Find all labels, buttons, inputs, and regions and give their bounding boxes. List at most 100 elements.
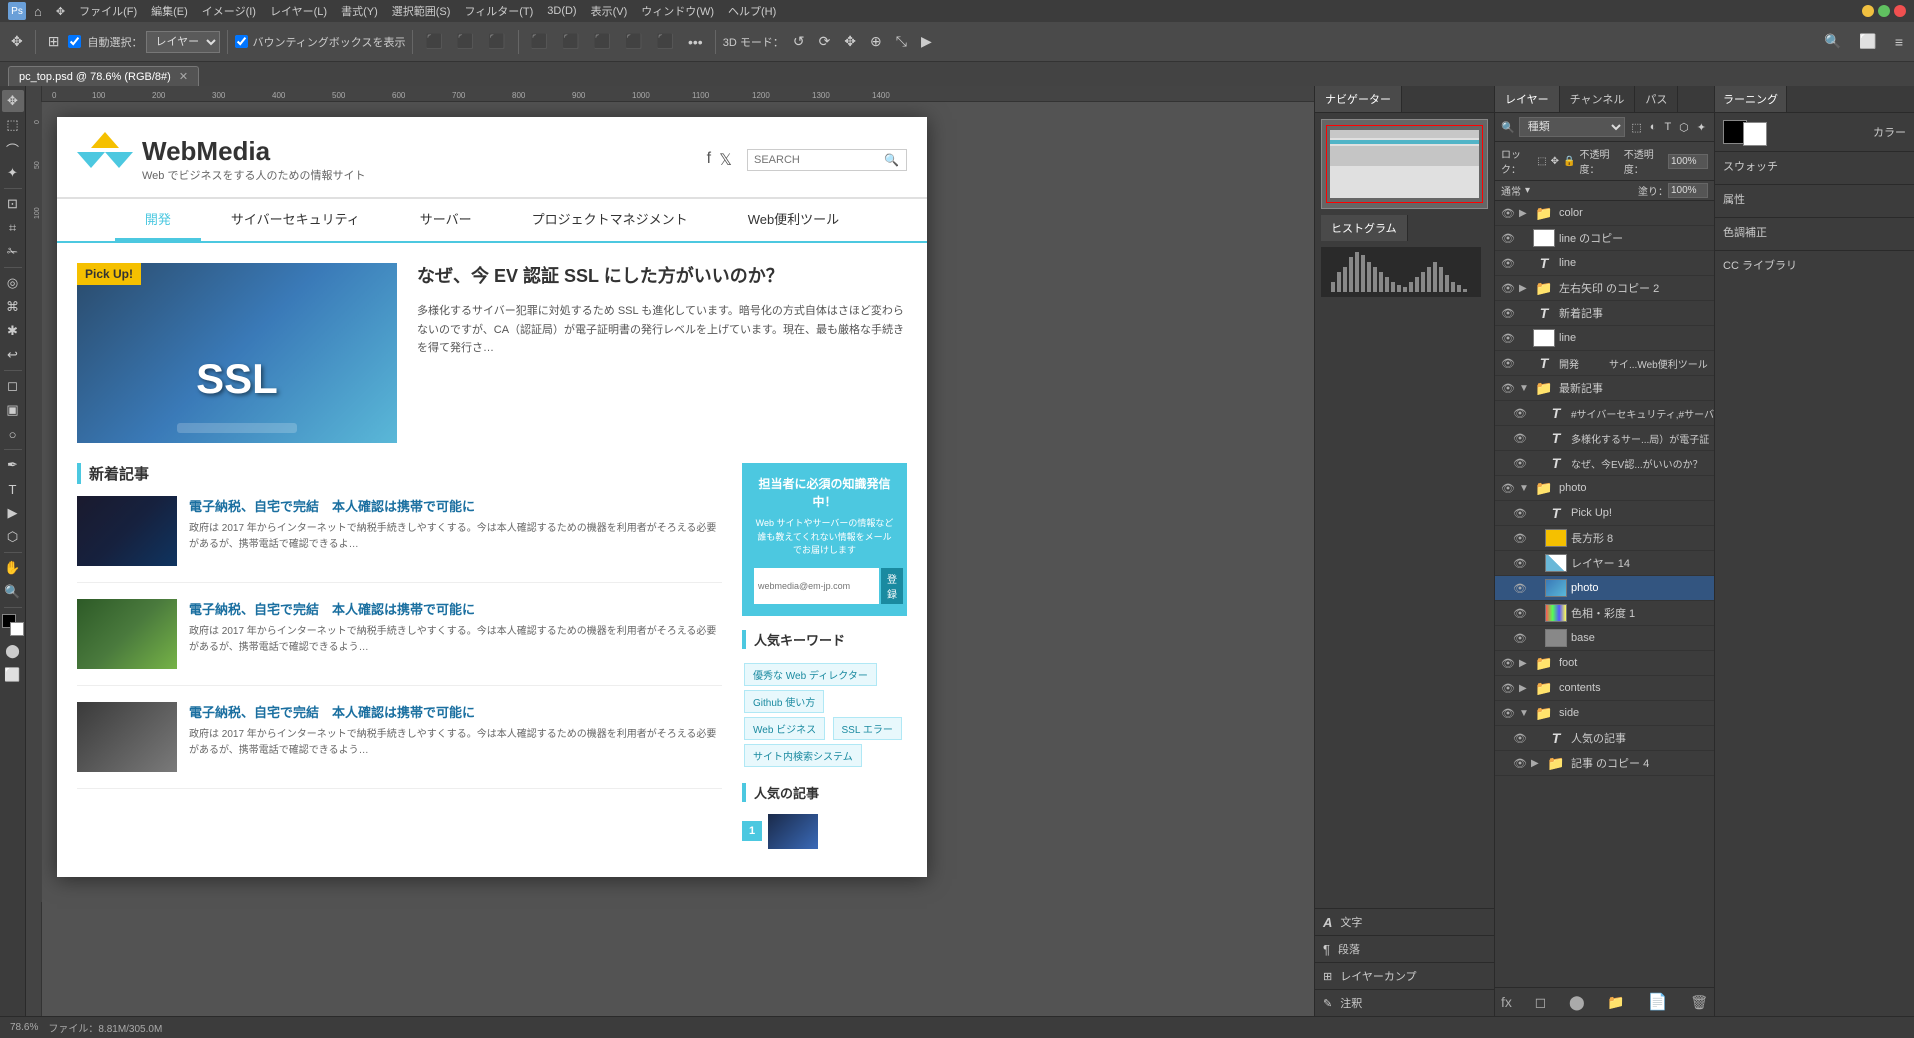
maximize-button[interactable]	[1878, 5, 1890, 17]
selection-tool[interactable]: ⬚	[2, 114, 24, 136]
nav-item-web-tools[interactable]: Web便利ツール	[718, 199, 870, 241]
menu-view[interactable]: 表示(V)	[585, 1, 634, 21]
layer-latest-folder[interactable]: 👁 ▼ 📁 最新記事	[1495, 376, 1714, 401]
layer-line-copy[interactable]: 👁 line のコピー	[1495, 226, 1714, 251]
nav-item-dev[interactable]: 開発	[115, 199, 201, 241]
menu-file[interactable]: ファイル(F)	[73, 1, 143, 21]
distribute-icon[interactable]: ⬛	[526, 30, 553, 53]
3d-orbit-icon[interactable]: ↺	[788, 30, 810, 53]
layer-expand-20[interactable]: ▶	[1519, 683, 1529, 694]
layer-base[interactable]: 👁 base	[1495, 626, 1714, 651]
layer-eye-12[interactable]: 👁	[1501, 482, 1515, 495]
pen-tool[interactable]: ✒	[2, 454, 24, 476]
layer-eye-13[interactable]: 👁	[1513, 507, 1527, 520]
navigator-tab[interactable]: ナビゲーター	[1315, 86, 1402, 112]
layer-hue-sat[interactable]: 👁 色相・彩度 1	[1495, 601, 1714, 626]
menu-window[interactable]: ウィンドウ(W)	[635, 1, 720, 21]
paragraph-panel-item[interactable]: ¶ 段落	[1315, 936, 1494, 963]
brush-tool[interactable]: ⌘	[2, 296, 24, 318]
arrange-icon[interactable]: ⬜	[1854, 30, 1881, 53]
lock-pixel-icon[interactable]: ⬚	[1537, 156, 1546, 167]
background-color-swatch[interactable]	[1743, 122, 1767, 146]
layer-why-ssl[interactable]: 👁 T なぜ、今EV認...がいいのか？	[1495, 451, 1714, 476]
nav-item-server[interactable]: サーバー	[390, 199, 502, 241]
layer-eye-9[interactable]: 👁	[1513, 407, 1527, 420]
layer-expand-1[interactable]: ▶	[1519, 208, 1529, 219]
shape-tool[interactable]: ⬡	[2, 526, 24, 548]
facebook-icon[interactable]: f	[707, 150, 711, 170]
text-filter-icon[interactable]: T	[1662, 119, 1673, 135]
add-mask-icon[interactable]: ◻	[1535, 994, 1547, 1011]
menu-format[interactable]: 書式(Y)	[335, 1, 384, 21]
close-button[interactable]	[1894, 5, 1906, 17]
nav-item-pm[interactable]: プロジェクトマネジメント	[502, 199, 718, 241]
layer-excerpt[interactable]: 👁 T 多様化するサー...局）が電子証	[1495, 426, 1714, 451]
layers-tab[interactable]: レイヤー	[1495, 86, 1560, 112]
quick-mask-mode[interactable]: ⬤	[2, 640, 24, 662]
3d-slide-icon[interactable]: ⊕	[865, 30, 887, 53]
menu-edit[interactable]: 編集(E)	[145, 1, 194, 21]
distribute-4-icon[interactable]: ⬛	[620, 30, 647, 53]
search-input[interactable]	[754, 154, 884, 166]
menu-image[interactable]: イメージ(I)	[196, 1, 262, 21]
layer-side-folder[interactable]: 👁 ▼ 📁 side	[1495, 701, 1714, 726]
layer-contents-folder[interactable]: 👁 ▶ 📁 contents	[1495, 676, 1714, 701]
move-tool[interactable]: ✥	[2, 90, 24, 112]
menu-move[interactable]: ✥	[50, 3, 71, 20]
layer-expand-21[interactable]: ▼	[1519, 708, 1529, 719]
minimize-button[interactable]	[1862, 5, 1874, 17]
align-right-icon[interactable]: ⬛	[483, 30, 510, 53]
eraser-tool[interactable]: ◻	[2, 375, 24, 397]
keyword-3[interactable]: Web ビジネス	[744, 717, 825, 740]
layer-line-2[interactable]: 👁 line	[1495, 326, 1714, 351]
lock-pos-icon[interactable]: ✥	[1551, 156, 1559, 167]
fill-input[interactable]	[1668, 183, 1708, 198]
layer-eye-1[interactable]: 👁	[1501, 207, 1515, 220]
text-tool[interactable]: T	[2, 478, 24, 500]
layer-new-articles[interactable]: 👁 T 新着記事	[1495, 301, 1714, 326]
opacity-input[interactable]	[1668, 154, 1708, 169]
path-selection-tool[interactable]: ▶	[2, 502, 24, 524]
keyword-1[interactable]: 優秀な Web ディレクター	[744, 663, 877, 686]
align-left-icon[interactable]: ⬛	[420, 30, 447, 53]
zoom-tool[interactable]: 🔍	[2, 581, 24, 603]
spot-healing-tool[interactable]: ◎	[2, 272, 24, 294]
layer-foot-folder[interactable]: 👁 ▶ 📁 foot	[1495, 651, 1714, 676]
nav-item-security[interactable]: サイバーセキュリティ	[201, 199, 390, 241]
layer-eye-6[interactable]: 👁	[1501, 332, 1515, 345]
keyword-5[interactable]: サイト内検索システム	[744, 744, 862, 767]
adjustment-filter-icon[interactable]: ◐	[1648, 119, 1659, 135]
newsletter-submit-button[interactable]: 登録	[881, 568, 903, 604]
distribute-3-icon[interactable]: ⬛	[589, 30, 616, 53]
distribute-5-icon[interactable]: ⬛	[652, 30, 679, 53]
ruler-tool[interactable]: ✁	[2, 241, 24, 263]
keyword-2[interactable]: Github 使い方	[744, 690, 824, 713]
layer-expand-19[interactable]: ▶	[1519, 658, 1529, 669]
add-link-icon[interactable]: fx	[1501, 994, 1512, 1010]
histogram-tab[interactable]: ヒストグラム	[1321, 215, 1408, 241]
lock-all-icon[interactable]: 🔒	[1563, 156, 1575, 167]
notes-panel-item[interactable]: ✎ 注釈	[1315, 990, 1494, 1016]
layer-dropdown[interactable]: レイヤー	[146, 31, 220, 53]
channels-tab[interactable]: チャンネル	[1560, 86, 1636, 112]
layer-eye-20[interactable]: 👁	[1501, 682, 1515, 695]
screen-mode[interactable]: ⬜	[2, 664, 24, 686]
layer-eye-2[interactable]: 👁	[1501, 232, 1515, 245]
tab-close-icon[interactable]: ✕	[179, 71, 188, 83]
layer-popular-text[interactable]: 👁 T 人気の記事	[1495, 726, 1714, 751]
more-options-icon[interactable]: •••	[683, 31, 708, 53]
menu-layer[interactable]: レイヤー(L)	[264, 1, 333, 21]
search-submit-icon[interactable]: 🔍	[884, 153, 899, 167]
layer-article-copy[interactable]: 👁 ▶ 📁 記事 のコピー 4	[1495, 751, 1714, 776]
home-icon[interactable]: ⌂	[34, 4, 42, 19]
layer-rect8[interactable]: 👁 長方形 8	[1495, 526, 1714, 551]
3d-more-icon[interactable]: ▶	[916, 30, 937, 53]
article-title-2[interactable]: 電子納税、自宅で完結 本人確認は携帯で可能に	[189, 599, 722, 618]
article-title-1[interactable]: 電子納税、自宅で完結 本人確認は携帯で可能に	[189, 496, 722, 515]
layer-eye-19[interactable]: 👁	[1501, 657, 1515, 670]
layer-14[interactable]: 👁 レイヤー 14	[1495, 551, 1714, 576]
layer-photo-folder[interactable]: 👁 ▼ 📁 photo	[1495, 476, 1714, 501]
article-title-3[interactable]: 電子納税、自宅で完結 本人確認は携帯で可能に	[189, 702, 722, 721]
align-icon[interactable]: ⊞	[43, 30, 65, 53]
search-top-icon[interactable]: 🔍	[1819, 30, 1846, 53]
